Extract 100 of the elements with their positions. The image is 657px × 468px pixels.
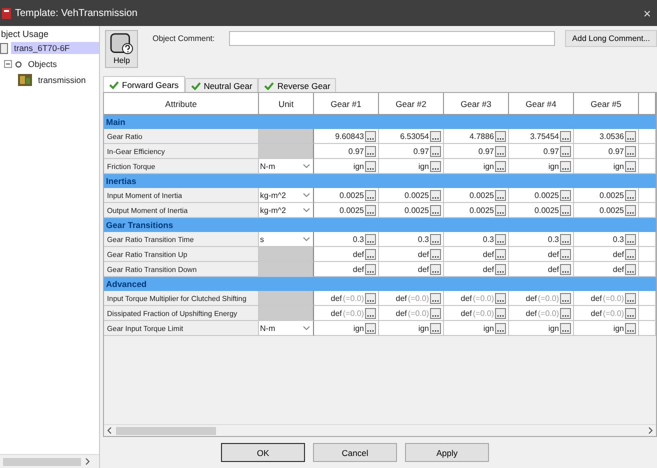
ellipsis-button[interactable] — [495, 248, 506, 260]
unit-dropdown[interactable]: kg-m^2 — [259, 203, 314, 218]
scroll-right-icon[interactable] — [85, 458, 90, 465]
value-cell[interactable]: def — [460, 308, 472, 318]
close-button[interactable]: × — [643, 6, 651, 20]
ellipsis-button[interactable] — [625, 234, 636, 244]
value-cell[interactable]: 0.3 — [482, 234, 494, 244]
value-cell[interactable]: def — [352, 250, 364, 258]
ellipsis-button[interactable] — [495, 146, 506, 156]
ellipsis-button[interactable] — [430, 204, 441, 216]
ellipsis-button[interactable] — [560, 322, 571, 334]
tree-item[interactable]: transmission — [35, 74, 89, 86]
ellipsis-button[interactable] — [560, 146, 571, 156]
value-cell[interactable]: def — [396, 294, 407, 302]
value-cell[interactable]: def — [612, 264, 624, 274]
ellipsis-button[interactable] — [365, 264, 376, 274]
dialog-button[interactable]: Cancel — [313, 443, 397, 462]
value-cell[interactable]: def — [590, 308, 602, 318]
value-cell[interactable]: 0.3 — [352, 234, 364, 244]
value-cell[interactable]: 0.3 — [548, 234, 559, 244]
ellipsis-button[interactable] — [365, 248, 376, 260]
comment-field[interactable] — [228, 31, 556, 46]
unit-dropdown[interactable]: kg-m^2 — [259, 188, 314, 203]
ellipsis-button[interactable] — [365, 234, 376, 244]
ellipsis-button[interactable] — [365, 130, 376, 142]
value-cell[interactable]: ign — [613, 162, 624, 170]
value-cell[interactable]: ign — [483, 162, 494, 170]
ellipsis-button[interactable] — [430, 146, 441, 156]
ellipsis-button[interactable] — [625, 308, 636, 318]
value-cell[interactable]: ign — [483, 324, 494, 332]
ellipsis-button[interactable] — [495, 204, 506, 216]
value-cell[interactable]: ign — [353, 162, 364, 170]
value-cell[interactable]: def — [396, 308, 407, 318]
ellipsis-button[interactable] — [495, 160, 506, 172]
ellipsis-button[interactable] — [495, 234, 506, 244]
ellipsis-button[interactable] — [495, 322, 506, 334]
ellipsis-button[interactable] — [430, 160, 441, 172]
ellipsis-button[interactable] — [560, 248, 571, 260]
ellipsis-button[interactable] — [625, 264, 636, 274]
ellipsis-button[interactable] — [625, 130, 636, 142]
value-cell[interactable]: 0.97 — [478, 146, 494, 156]
ellipsis-button[interactable] — [365, 292, 376, 304]
value-cell[interactable]: def — [352, 264, 364, 274]
value-cell[interactable]: ign — [548, 162, 559, 170]
value-cell[interactable]: def — [548, 264, 559, 274]
ellipsis-button[interactable] — [430, 322, 441, 334]
ellipsis-button[interactable] — [430, 190, 441, 200]
value-cell[interactable]: def — [418, 250, 429, 258]
value-cell[interactable]: def — [526, 308, 537, 318]
ellipsis-button[interactable] — [560, 160, 571, 172]
add-long-comment-button[interactable]: Add Long Comment... — [565, 30, 657, 47]
value-cell[interactable]: def — [548, 250, 559, 258]
value-cell[interactable]: def — [418, 264, 429, 274]
ellipsis-button[interactable] — [365, 322, 376, 334]
value-cell[interactable]: ign — [613, 324, 624, 332]
ellipsis-button[interactable] — [625, 190, 636, 200]
ellipsis-button[interactable] — [560, 204, 571, 216]
ellipsis-button[interactable] — [625, 248, 636, 260]
value-cell[interactable]: def — [482, 264, 494, 274]
value-cell[interactable]: ign — [418, 162, 429, 170]
value-cell[interactable]: ign — [548, 324, 559, 332]
ellipsis-button[interactable] — [495, 308, 506, 318]
ellipsis-button[interactable] — [560, 234, 571, 244]
value-cell[interactable]: def — [460, 294, 472, 302]
ellipsis-button[interactable] — [625, 292, 636, 304]
value-cell[interactable]: def — [330, 294, 342, 302]
scroll-right-icon[interactable] — [648, 427, 653, 434]
value-cell[interactable]: def — [526, 294, 537, 302]
value-cell[interactable]: def — [482, 250, 494, 258]
ellipsis-button[interactable] — [495, 130, 506, 142]
ellipsis-button[interactable] — [365, 308, 376, 318]
dialog-button[interactable]: OK — [221, 443, 305, 462]
unit-dropdown[interactable]: s — [259, 232, 314, 247]
unit-dropdown[interactable]: N-m — [259, 321, 314, 336]
ellipsis-button[interactable] — [625, 146, 636, 156]
tab[interactable]: Forward Gears — [103, 76, 185, 92]
ellipsis-button[interactable] — [430, 234, 441, 244]
value-cell[interactable]: 0.97 — [413, 146, 429, 156]
value-cell[interactable]: def — [590, 294, 602, 302]
ellipsis-button[interactable] — [495, 292, 506, 304]
value-cell[interactable]: 0.97 — [348, 146, 364, 156]
ellipsis-button[interactable] — [495, 190, 506, 200]
tab[interactable]: Reverse Gear — [258, 78, 336, 92]
value-cell[interactable]: 0.3 — [612, 234, 624, 244]
dialog-button[interactable]: Apply — [405, 443, 489, 462]
ellipsis-button[interactable] — [365, 146, 376, 156]
value-cell[interactable]: def — [330, 308, 342, 318]
ellipsis-button[interactable] — [430, 264, 441, 274]
value-cell[interactable]: 0.3 — [418, 234, 429, 244]
tree-item[interactable]: trans_6T70-6F — [11, 42, 99, 54]
ellipsis-button[interactable] — [430, 130, 441, 142]
ellipsis-button[interactable] — [365, 190, 376, 200]
ellipsis-button[interactable] — [625, 322, 636, 334]
value-cell[interactable]: 0.97 — [543, 146, 559, 156]
ellipsis-button[interactable] — [560, 264, 571, 274]
tree-item[interactable]: Objects — [25, 58, 60, 70]
ellipsis-button[interactable] — [430, 248, 441, 260]
ellipsis-button[interactable] — [560, 130, 571, 142]
ellipsis-button[interactable] — [430, 308, 441, 318]
ellipsis-button[interactable] — [365, 204, 376, 216]
